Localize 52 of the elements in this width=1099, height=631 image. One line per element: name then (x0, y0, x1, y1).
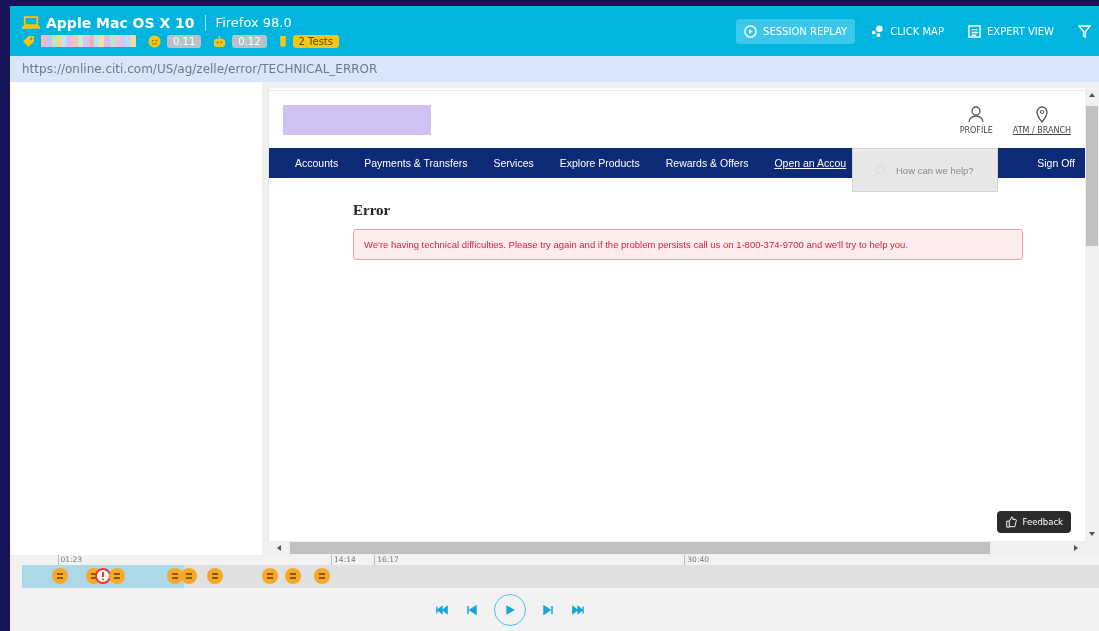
skip-end-icon (571, 604, 584, 615)
skip-start-button[interactable] (433, 602, 450, 617)
nav-link[interactable]: Explore Products (559, 157, 640, 169)
dots-icon (871, 24, 885, 38)
nav-link[interactable]: Open an Accou (774, 157, 847, 169)
thumb-icon (1004, 516, 1017, 528)
left-arrow-icon[interactable] (275, 544, 283, 552)
skip-start-icon (435, 604, 448, 615)
face-icon (148, 34, 161, 48)
nav-link[interactable]: Accounts (295, 157, 339, 169)
search-field[interactable]: How can we help? (894, 163, 998, 177)
event-marker-icon[interactable] (167, 568, 184, 584)
feedback-button[interactable]: Feedback (996, 511, 1071, 533)
step-forward-icon (541, 604, 554, 615)
utility-link[interactable]: ATM / BRANCH (1012, 104, 1071, 135)
timeline-track[interactable] (22, 565, 1099, 588)
laptop-icon (22, 15, 40, 30)
event-marker-icon[interactable] (181, 568, 198, 584)
right-arrow-icon[interactable] (1072, 544, 1080, 552)
score-badge: 0.12 (232, 34, 267, 48)
nav-link[interactable]: Services (493, 157, 534, 169)
skip-end-button[interactable] (569, 602, 586, 617)
event-marker-icon[interactable] (313, 568, 330, 584)
event-marker-icon[interactable] (262, 568, 279, 584)
test-tube-icon (278, 34, 287, 48)
nav-link[interactable]: Payments & Transfers (364, 157, 468, 169)
step-back-icon (465, 604, 478, 615)
event-marker-icon[interactable] (207, 568, 224, 584)
score-badge: 0.11 (167, 34, 202, 48)
event-marker-icon[interactable] (109, 568, 126, 584)
down-arrow-icon[interactable] (1088, 530, 1096, 538)
os-name: Apple Mac OS X 10 (46, 14, 195, 31)
tag-icon (22, 34, 35, 48)
filter-icon (1078, 24, 1091, 38)
event-marker-icon[interactable] (52, 568, 69, 584)
list-icon (967, 24, 981, 38)
sign-off-link[interactable]: Sign Off (1037, 157, 1075, 169)
search-dropdown[interactable]: How can we help? (852, 148, 998, 192)
event-marker-icon[interactable] (284, 568, 301, 584)
tests-badge: 2 Tests (292, 34, 339, 48)
error-heading: Error (353, 202, 392, 219)
robot-icon (213, 34, 227, 48)
utility-link[interactable]: PROFILE (959, 104, 993, 135)
play-icon (744, 24, 758, 38)
person-icon (967, 104, 986, 123)
url-bar: https://online.citi.com/US/ag/zelle/error/TECHNICAL_ERROR (10, 56, 1099, 82)
up-arrow-icon[interactable] (1088, 91, 1096, 99)
error-marker-icon[interactable] (95, 568, 112, 584)
error-alert: We're having technical difficulties. Please try again and if the problem persists call us on 1-800-374-9700 and we'll try to help you. (353, 229, 1023, 260)
browser-name: Firefox 98.0 (215, 15, 292, 30)
play-icon (503, 603, 516, 616)
nav-link[interactable]: Rewards & Offers (665, 157, 749, 169)
